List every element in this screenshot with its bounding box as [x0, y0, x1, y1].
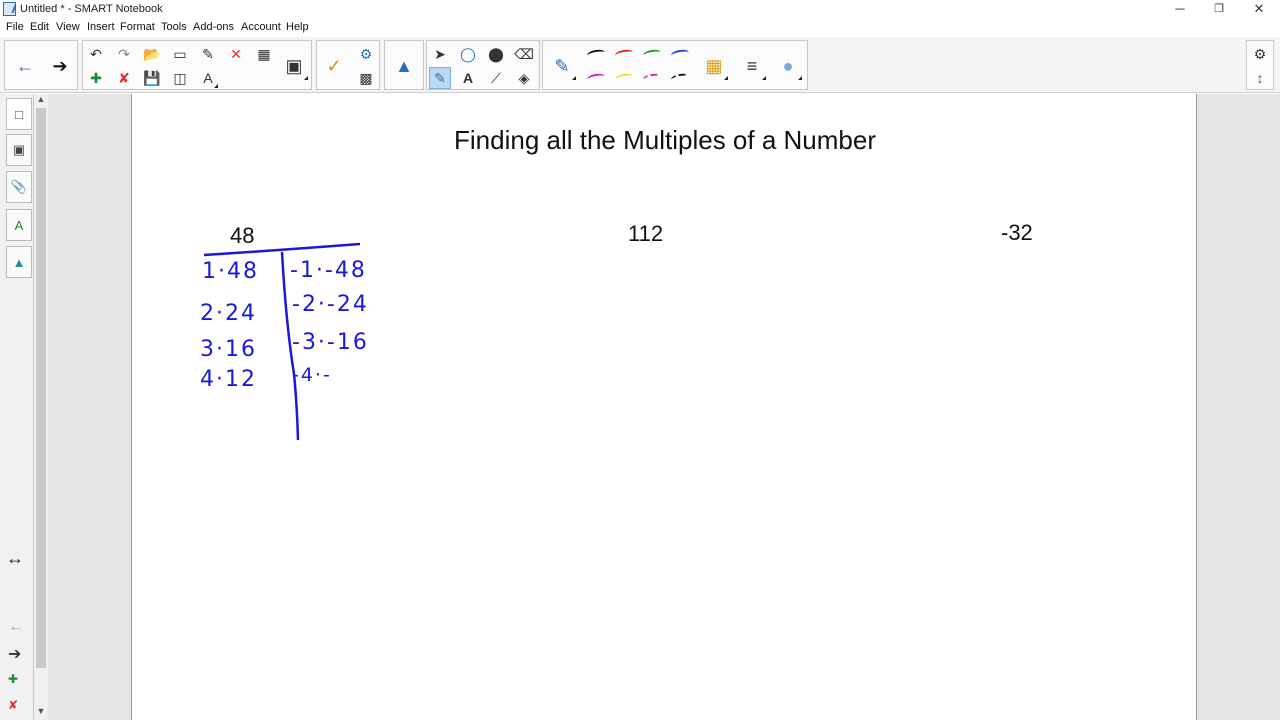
- resize-panel-icon[interactable]: ↔: [6, 548, 24, 569]
- delete-page-icon[interactable]: ✘: [113, 67, 135, 89]
- shapes-icon[interactable]: ◯: [457, 43, 479, 65]
- eraser-tool-icon[interactable]: ⌫: [513, 43, 535, 65]
- undo-icon[interactable]: ↶: [85, 43, 107, 65]
- menu-addons[interactable]: Add-ons: [193, 21, 234, 33]
- file-edit-group: ↶ ↷ 📂 ▭ ✎ ✕ ▦ ✚ ✘ 💾 ◫ A ▣: [82, 40, 312, 90]
- side-panel: □ ▣ 📎 A ▲ ↔ ← ➔ ✚ ✘: [0, 94, 34, 720]
- minimize-button[interactable]: ─: [1160, 0, 1200, 19]
- pen-black-dash-icon[interactable]: [669, 67, 691, 89]
- pen-yellow-icon[interactable]: [613, 67, 635, 89]
- pen-type-icon[interactable]: ✎: [547, 51, 577, 81]
- response-icon[interactable]: ✓: [319, 51, 349, 81]
- navigation-group: ← ➔: [4, 40, 78, 90]
- toolbar-settings-group: ⚙ ↕: [1246, 40, 1274, 90]
- factor-pair-2[interactable]: 2·24: [200, 301, 257, 326]
- menu-insert[interactable]: Insert: [87, 21, 115, 33]
- screen-capture-icon[interactable]: ▭: [169, 43, 191, 65]
- select-arrow-icon[interactable]: ➤: [429, 43, 451, 65]
- menu-view[interactable]: View: [56, 21, 80, 33]
- eraser-icon[interactable]: ◈: [513, 67, 535, 89]
- title-bar: Untitled * - SMART Notebook ─ ❐ ✕: [0, 0, 1280, 19]
- text-format-icon[interactable]: A: [197, 67, 219, 89]
- pen-green-icon[interactable]: [641, 43, 663, 65]
- gallery-tab[interactable]: ▣: [6, 134, 32, 166]
- pen-red-icon[interactable]: [613, 43, 635, 65]
- menu-file[interactable]: File: [6, 21, 24, 33]
- smart-notebook-app-icon: [3, 2, 16, 16]
- addon-icon[interactable]: ⚙: [355, 43, 377, 65]
- document-camera-icon[interactable]: ▣: [279, 51, 309, 81]
- pen-magenta-dash-icon[interactable]: [641, 67, 663, 89]
- whiteboard-page[interactable]: Finding all the Multiples of a Number 48…: [131, 94, 1197, 720]
- menu-account[interactable]: Account: [241, 21, 281, 33]
- line-icon[interactable]: ⟋: [485, 67, 507, 89]
- full-screen-icon[interactable]: ◫: [169, 67, 191, 89]
- scroll-thumb[interactable]: [36, 108, 46, 668]
- side-add-page-icon[interactable]: ✚: [8, 672, 18, 686]
- gear-icon[interactable]: ⚙: [1249, 43, 1271, 65]
- screen-shade-icon[interactable]: ▩: [355, 67, 377, 89]
- window-title: Untitled * - SMART Notebook: [20, 3, 163, 15]
- menu-help[interactable]: Help: [286, 21, 309, 33]
- addons-tab[interactable]: ▲: [6, 246, 32, 278]
- page-sorter-tab[interactable]: □: [6, 98, 32, 130]
- menu-bar: File Edit View Insert Format Tools Add-o…: [0, 19, 1280, 37]
- factor-pair-4[interactable]: 4·12: [200, 367, 257, 392]
- open-folder-icon[interactable]: 📂: [141, 43, 163, 65]
- menu-format[interactable]: Format: [120, 21, 155, 33]
- neg-factor-pair-4[interactable]: -4·-: [292, 364, 332, 386]
- side-next-icon[interactable]: ➔: [8, 644, 21, 664]
- neg-factor-pair-2[interactable]: -2·-24: [292, 292, 369, 317]
- response-group: ✓ ⚙ ▩: [316, 40, 380, 90]
- scroll-down-icon[interactable]: ▼: [34, 706, 48, 718]
- pen-blue-icon[interactable]: [669, 43, 691, 65]
- color-palette-icon[interactable]: ▦: [699, 51, 729, 81]
- attachments-tab[interactable]: 📎: [6, 171, 32, 203]
- activity-group: ▲: [384, 40, 424, 90]
- pen-black-icon[interactable]: [585, 43, 607, 65]
- activity-builder-icon[interactable]: ▲: [389, 51, 419, 81]
- pen-magenta-icon[interactable]: [585, 67, 607, 89]
- redo-icon[interactable]: ↷: [113, 43, 135, 65]
- main-toolbar: ← ➔ ↶ ↷ 📂 ▭ ✎ ✕ ▦ ✚ ✘ 💾 ◫ A ▣ ✓ ⚙ ▩ ▲ ➤ …: [0, 37, 1280, 93]
- menu-tools[interactable]: Tools: [161, 21, 187, 33]
- canvas-gutter-right: [1197, 94, 1280, 720]
- close-button[interactable]: ✕: [1239, 0, 1279, 19]
- pen-properties-group: ✎ ▦ ≡ ●: [542, 40, 808, 90]
- text-icon[interactable]: A: [457, 67, 479, 89]
- move-toolbar-icon[interactable]: ↕: [1249, 67, 1271, 89]
- side-delete-page-icon[interactable]: ✘: [8, 698, 18, 712]
- pens-icon[interactable]: ✎: [429, 67, 451, 89]
- line-style-icon[interactable]: ≡: [737, 51, 767, 81]
- menu-edit[interactable]: Edit: [30, 21, 49, 33]
- fill-icon[interactable]: ⬤: [485, 43, 507, 65]
- delete-icon[interactable]: ✕: [225, 43, 247, 65]
- canvas-gutter-left: [48, 94, 131, 720]
- insert-table-icon[interactable]: ▦: [253, 43, 275, 65]
- fill-effect-icon[interactable]: ●: [773, 51, 803, 81]
- side-previous-icon[interactable]: ←: [8, 618, 24, 636]
- neg-factor-pair-3[interactable]: -3·-16: [292, 330, 369, 355]
- factor-pair-3[interactable]: 3·16: [200, 337, 257, 362]
- factor-pair-1[interactable]: 1·48: [202, 259, 259, 284]
- restore-button[interactable]: ❐: [1199, 0, 1239, 19]
- vertical-scrollbar[interactable]: ▲ ▼: [34, 94, 48, 720]
- t-chart-lines: [203, 242, 361, 441]
- clear-ink-icon[interactable]: ✎: [197, 43, 219, 65]
- neg-factor-pair-1[interactable]: -1·-48: [290, 258, 367, 283]
- properties-tab[interactable]: A: [6, 209, 32, 241]
- previous-page-icon[interactable]: ←: [10, 51, 40, 81]
- tools-group: ➤ ◯ ⬤ ⌫ ✎ A ⟋ ◈: [426, 40, 540, 90]
- save-icon[interactable]: 💾: [141, 67, 163, 89]
- scroll-up-icon[interactable]: ▲: [34, 94, 48, 106]
- next-page-icon[interactable]: ➔: [45, 51, 75, 81]
- add-page-icon[interactable]: ✚: [85, 67, 107, 89]
